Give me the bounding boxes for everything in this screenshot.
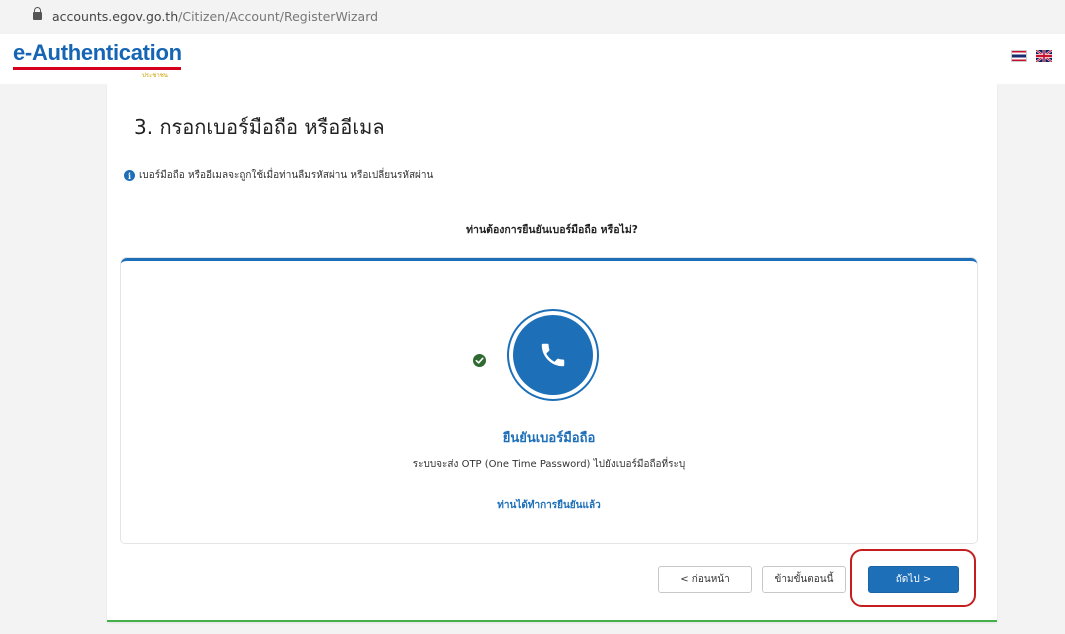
uk-flag-icon[interactable] [1036, 50, 1052, 62]
register-wizard-card: 3. กรอกเบอร์มือถือ หรืออีเมล i เบอร์มือถ… [107, 84, 997, 622]
e-authentication-logo[interactable]: e-Authentication [13, 40, 182, 66]
info-icon: i [124, 170, 135, 181]
phone-icon [513, 315, 593, 395]
next-button-highlight [850, 549, 976, 607]
skip-step-button[interactable]: ข้ามขั้นตอนนี้ [762, 566, 846, 593]
phone-button[interactable] [507, 309, 599, 401]
verify-phone-option[interactable]: ยืนยันเบอร์มือถือ ระบบจะส่ง OTP (One Tim… [121, 258, 977, 543]
lock-icon [33, 7, 42, 20]
info-note: i เบอร์มือถือ หรืออีเมลจะถูกใช้เมื่อท่าน… [124, 168, 433, 183]
check-circle-icon [473, 354, 486, 367]
th-flag-icon[interactable] [1011, 50, 1027, 62]
url-text[interactable]: accounts.egov.go.th/Citizen/Account/Regi… [52, 9, 378, 24]
browser-address-bar[interactable]: accounts.egov.go.th/Citizen/Account/Regi… [0, 0, 1065, 35]
page-title: 3. กรอกเบอร์มือถือ หรืออีเมล [134, 115, 385, 139]
option-title: ยืนยันเบอร์มือถือ [502, 431, 596, 446]
site-header: e-Authentication ประชาชน [0, 34, 1065, 84]
info-text: เบอร์มือถือ หรืออีเมลจะถูกใช้เมื่อท่านลื… [139, 170, 434, 181]
url-host: accounts.egov.go.th [52, 9, 179, 24]
url-path: /Citizen/Account/RegisterWizard [178, 9, 379, 24]
verify-question: ท่านต้องการยืนยันเบอร์มือถือ หรือไม่? [466, 224, 638, 236]
previous-button[interactable]: < ก่อนหน้า [658, 566, 752, 593]
option-description: ระบบจะส่ง OTP (One Time Password) ไปยังเ… [412, 459, 686, 470]
verified-status: ท่านได้ทำการยืนยันแล้ว [497, 500, 601, 511]
logo-subtext: ประชาชน [142, 72, 168, 79]
